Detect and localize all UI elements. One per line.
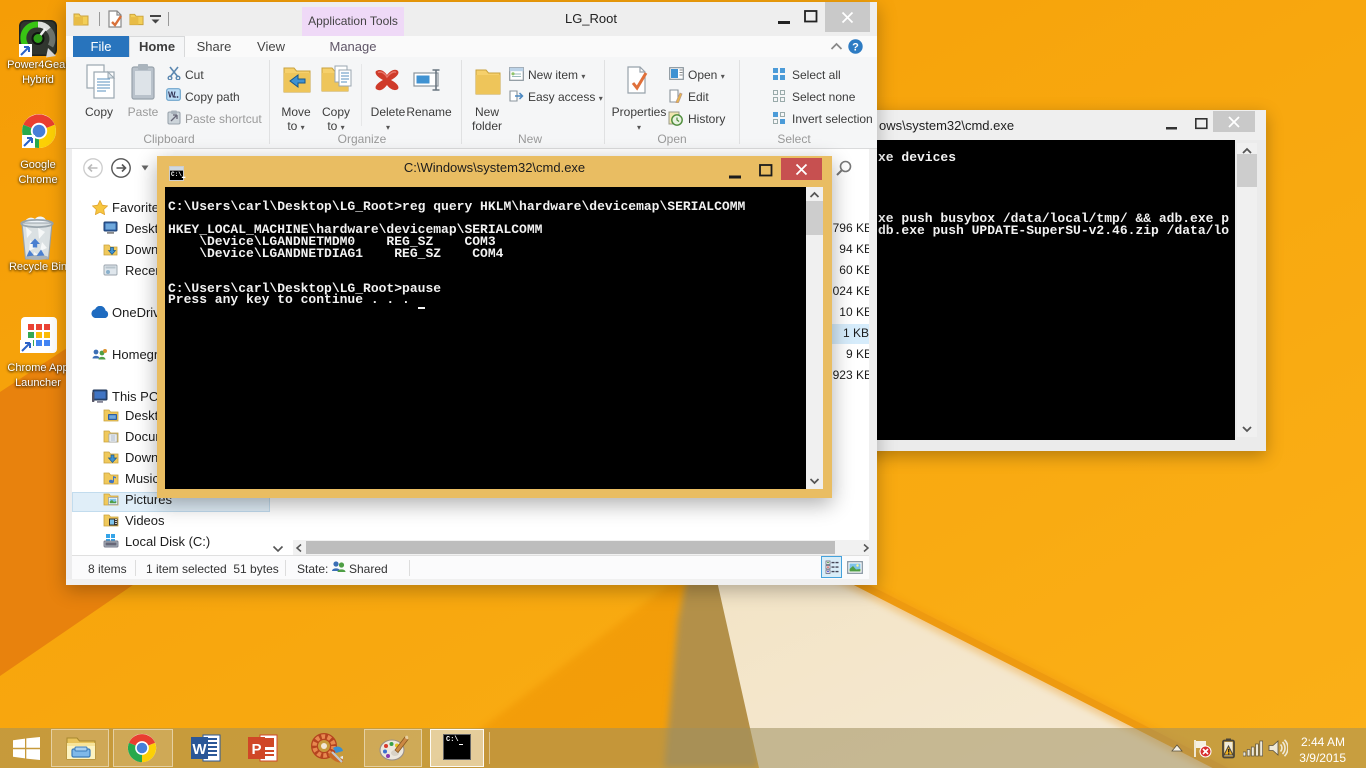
svg-text:?: ? [852, 42, 859, 54]
svg-text:W: W [168, 91, 176, 100]
svg-text:W: W [192, 741, 207, 758]
svg-text:P: P [251, 741, 261, 758]
